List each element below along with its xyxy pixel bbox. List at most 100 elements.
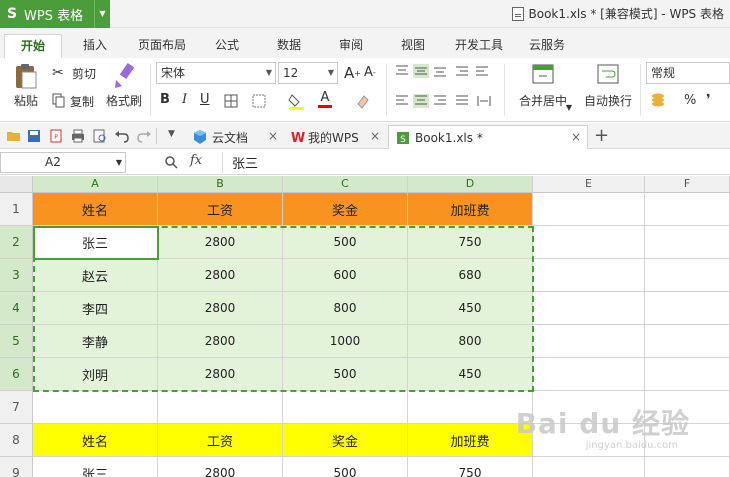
cell-b3[interactable]: 2800 — [158, 259, 283, 292]
cell-d8[interactable]: 加班费 — [408, 424, 533, 457]
cell-b2[interactable]: 2800 — [158, 226, 283, 259]
cell-d1[interactable]: 加班费 — [408, 193, 533, 226]
close-icon[interactable]: × — [571, 130, 581, 144]
print-icon[interactable] — [70, 128, 86, 144]
borders-icon[interactable] — [224, 94, 240, 108]
tab-developer[interactable]: 开发工具 — [448, 34, 510, 58]
cell-d5[interactable]: 800 — [408, 325, 533, 358]
merge-center-button[interactable]: 合并居中 ▼ — [510, 62, 576, 120]
cell-b4[interactable]: 2800 — [158, 292, 283, 325]
column-header-e[interactable]: E — [533, 176, 645, 193]
cell-c1[interactable]: 奖金 — [283, 193, 408, 226]
cell-d4[interactable]: 450 — [408, 292, 533, 325]
column-header-c[interactable]: C — [283, 176, 408, 193]
cell-style-icon[interactable] — [252, 94, 268, 108]
cell-c8[interactable]: 奖金 — [283, 424, 408, 457]
close-icon[interactable]: × — [370, 129, 380, 143]
cell-b7[interactable] — [158, 391, 283, 424]
cell-f9[interactable] — [645, 457, 730, 477]
undo-icon[interactable] — [114, 128, 130, 144]
tab-data[interactable]: 数据 — [264, 34, 314, 58]
font-name-select[interactable]: 宋体 ▼ — [156, 62, 276, 84]
format-painter-button[interactable]: 格式刷 — [104, 62, 144, 120]
cell-f2[interactable] — [645, 226, 730, 259]
horizontal-align-icons[interactable] — [394, 94, 500, 108]
row-header-7[interactable]: 7 — [0, 391, 33, 424]
cell-a6[interactable]: 刘明 — [33, 358, 158, 391]
cell-c4[interactable]: 800 — [283, 292, 408, 325]
column-header-d[interactable]: D — [408, 176, 533, 193]
cell-c6[interactable]: 500 — [283, 358, 408, 391]
zoom-icon[interactable] — [164, 155, 178, 169]
cell-b9[interactable]: 2800 — [158, 457, 283, 477]
paste-button[interactable]: 粘贴 — [8, 62, 44, 120]
row-header-5[interactable]: 5 — [0, 325, 33, 358]
tab-view[interactable]: 视图 — [388, 34, 438, 58]
save-icon[interactable] — [26, 128, 42, 144]
tab-home[interactable]: 开始 — [4, 34, 62, 58]
app-menu-button[interactable]: S WPS 表格 ▼ — [0, 0, 110, 28]
cell-d9[interactable]: 750 — [408, 457, 533, 477]
chevron-down-icon[interactable]: ▼ — [94, 0, 110, 28]
row-header-1[interactable]: 1 — [0, 193, 33, 226]
number-format-select[interactable]: 常规 — [646, 62, 730, 84]
column-header-b[interactable]: B — [158, 176, 283, 193]
cell-b6[interactable]: 2800 — [158, 358, 283, 391]
cell-c5[interactable]: 1000 — [283, 325, 408, 358]
tab-insert[interactable]: 插入 — [70, 34, 120, 58]
cell-e5[interactable] — [533, 325, 645, 358]
redo-icon[interactable] — [136, 128, 152, 144]
column-header-f[interactable]: F — [645, 176, 730, 193]
cell-e3[interactable] — [533, 259, 645, 292]
cut-button[interactable]: ✂ 剪切 — [52, 64, 96, 82]
percent-button[interactable]: % — [684, 93, 696, 108]
cell-a5[interactable]: 李静 — [33, 325, 158, 358]
comma-button[interactable]: ❜ — [706, 92, 711, 108]
row-header-4[interactable]: 4 — [0, 292, 33, 325]
insert-function-icon[interactable]: fx — [190, 153, 202, 168]
row-header-8[interactable]: 8 — [0, 424, 33, 457]
cell-d2[interactable]: 750 — [408, 226, 533, 259]
cell-a3[interactable]: 赵云 — [33, 259, 158, 292]
cell-a4[interactable]: 李四 — [33, 292, 158, 325]
grow-font-icon[interactable]: A + — [344, 64, 361, 82]
close-icon[interactable]: × — [268, 129, 278, 143]
cell-f3[interactable] — [645, 259, 730, 292]
export-pdf-icon[interactable]: P — [48, 128, 64, 144]
tab-formulas[interactable]: 公式 — [202, 34, 252, 58]
doc-tab-book1[interactable]: S Book1.xls * × — [388, 125, 588, 149]
vertical-align-icons[interactable] — [394, 64, 494, 78]
cell-a7[interactable] — [33, 391, 158, 424]
doc-tab-my-wps[interactable]: W 我的WPS × — [286, 125, 386, 149]
cell-d6[interactable]: 450 — [408, 358, 533, 391]
cell-d3[interactable]: 680 — [408, 259, 533, 292]
font-color-icon[interactable]: A — [318, 90, 332, 108]
cell-e9[interactable] — [533, 457, 645, 477]
select-all-corner[interactable] — [0, 176, 33, 193]
cell-a1[interactable]: 姓名 — [33, 193, 158, 226]
wrap-text-button[interactable]: 自动换行 — [580, 62, 636, 120]
row-header-2[interactable]: 2 — [0, 226, 33, 259]
italic-button[interactable]: I — [182, 92, 187, 107]
cell-c7[interactable] — [283, 391, 408, 424]
formula-input[interactable]: 张三 — [232, 153, 258, 172]
cell-b5[interactable]: 2800 — [158, 325, 283, 358]
shrink-font-icon[interactable]: A- — [364, 65, 376, 80]
chevron-down-icon[interactable]: ▼ — [168, 129, 175, 139]
cell-a8[interactable]: 姓名 — [33, 424, 158, 457]
cell-b1[interactable]: 工资 — [158, 193, 283, 226]
row-header-3[interactable]: 3 — [0, 259, 33, 292]
cell-e1[interactable] — [533, 193, 645, 226]
cell-c2[interactable]: 500 — [283, 226, 408, 259]
name-box[interactable]: A2 ▼ — [0, 152, 126, 173]
tab-review[interactable]: 审阅 — [326, 34, 376, 58]
underline-button[interactable]: U — [200, 92, 210, 107]
currency-icon[interactable] — [650, 92, 668, 108]
cell-e4[interactable] — [533, 292, 645, 325]
new-tab-plus-icon[interactable]: + — [594, 125, 609, 146]
cell-f6[interactable] — [645, 358, 730, 391]
cell-d7[interactable] — [408, 391, 533, 424]
cell-e2[interactable] — [533, 226, 645, 259]
row-header-9[interactable]: 9 — [0, 457, 33, 477]
cell-f5[interactable] — [645, 325, 730, 358]
